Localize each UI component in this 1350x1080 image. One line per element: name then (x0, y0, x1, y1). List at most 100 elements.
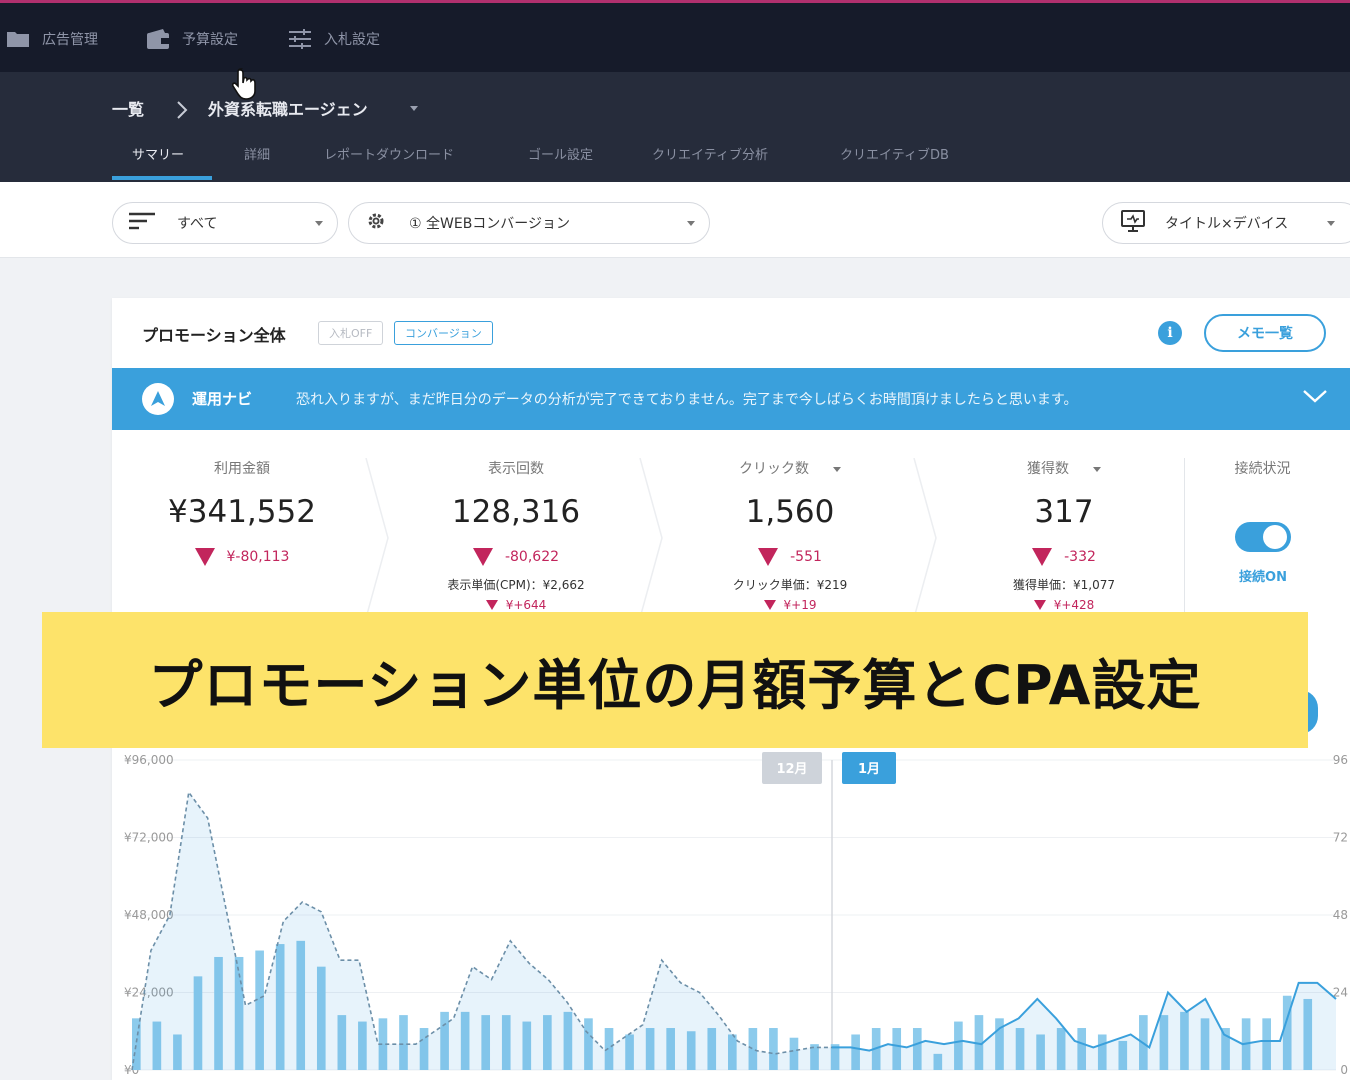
down-triangle-icon (194, 548, 215, 566)
kpi-sub-delta: ¥+428 (934, 598, 1194, 612)
view-select-value: タイトル×デバイス (1165, 216, 1289, 232)
kpi-impressions: 表示回数 128,316 -80,622 表示単価(CPM)：¥2,662 ¥+… (386, 458, 646, 612)
topnav-bid-settings[interactable]: 入札設定 (288, 25, 380, 53)
down-triangle-icon (472, 548, 493, 566)
kpi-value: 128,316 (451, 494, 581, 530)
kpi-delta: -332 (934, 546, 1194, 568)
tab-creative-db[interactable]: クリエイティブDB (840, 144, 949, 180)
down-triangle-icon (1033, 600, 1046, 610)
filter-lines-icon (129, 212, 155, 234)
tab-detail[interactable]: 詳細 (244, 144, 270, 180)
y-right-tick-label: 0 (1340, 1063, 1348, 1077)
kpi-label: 表示回数 (488, 461, 544, 477)
down-triangle-icon (1032, 548, 1053, 566)
chevron-down-icon (833, 466, 841, 472)
month-label-jan: 1月 (858, 762, 880, 777)
series-area-dashed (132, 792, 832, 1070)
kpi-delta-value: ¥-80,113 (226, 549, 290, 565)
month-label-dec: 12月 (776, 762, 807, 777)
bid-off-tag: 入札OFF (318, 321, 384, 345)
connection-status-text: 接続ON (1239, 570, 1287, 585)
hand-cursor-icon (231, 68, 260, 104)
chevron-down-icon[interactable] (1302, 388, 1328, 408)
tab-creative-analysis[interactable]: クリエイティブ分析 (652, 144, 768, 180)
chevron-down-icon (1093, 466, 1101, 472)
kpi-conversions: 獲得数 317 -332 獲得単価：¥1,077 ¥+428 (934, 458, 1194, 612)
spend-chart: ¥96,00096¥72,00072¥48,00048¥24,00024¥001… (124, 752, 1348, 1077)
gear-icon (367, 212, 385, 234)
card-title: プロモーション全体 (142, 326, 286, 345)
connection-status: 接続状況 接続ON (1184, 458, 1340, 618)
kpi-delta-value: -551 (790, 549, 822, 565)
breadcrumb-root[interactable]: 一覧 (112, 96, 144, 120)
caption-banner: プロモーション単位の月額予算とCPA設定 (42, 612, 1308, 748)
conversion-select-value: ① 全WEBコンバージョン (409, 216, 571, 232)
tab-report-download[interactable]: レポートダウンロード (324, 144, 454, 180)
operation-navi-bar: 運用ナビ 恐れ入りますが、まだ昨日分のデータの分析が完了できておりません。完了ま… (112, 368, 1350, 430)
topnav-label: 予算設定 (182, 32, 238, 48)
memo-list-button[interactable]: メモ一覧 (1204, 314, 1326, 352)
info-icon[interactable]: i (1158, 321, 1182, 345)
conversion-tag: コンバージョン (394, 321, 493, 345)
kpi-sub: クリック単価：¥219 (732, 578, 848, 592)
top-nav-bar: 広告管理 予算設定 入札設定 (0, 0, 1350, 72)
kpi-sub-delta: ¥+644 (386, 598, 646, 612)
y-left-tick-label: ¥48,000 (124, 908, 174, 922)
kpi-sub-delta-value: ¥+644 (505, 598, 547, 612)
active-tab-indicator (112, 176, 212, 180)
y-left-tick-label: ¥72,000 (124, 831, 174, 845)
kpi-delta: -80,622 (386, 546, 646, 568)
kpi-value: 317 (1034, 494, 1094, 530)
chevron-down-icon (315, 221, 323, 226)
topnav-budget-settings[interactable]: 予算設定 (146, 25, 238, 53)
down-triangle-icon (763, 600, 776, 610)
caption-text: プロモーション単位の月額予算とCPA設定 (148, 653, 1202, 717)
filter-bar: すべて ① 全WEBコンバージョン タイトル×デバイス (0, 182, 1350, 258)
kpi-clicks: クリック数 1,560 -551 クリック単価：¥219 ¥+19 (660, 458, 920, 612)
kpi-delta-value: -80,622 (504, 549, 560, 565)
kpi-spend: 利用金額 ¥341,552 ¥-80,113 (112, 458, 372, 568)
connection-label: 接続状況 (1234, 461, 1291, 477)
sub-header: 一覧 外資系転職エージェン サマリー 詳細 レポートダウンロード ゴール設定 ク… (0, 72, 1350, 182)
chevron-down-icon (1327, 221, 1335, 226)
kpi-label: 利用金額 (214, 461, 270, 477)
y-left-tick-label: ¥96,000 (124, 753, 174, 767)
y-right-tick-label: 48 (1333, 908, 1348, 922)
navi-label: 運用ナビ (192, 390, 253, 408)
kpi-sub-delta-value: ¥+428 (1053, 598, 1095, 612)
navi-message: 恐れ入りますが、まだ昨日分のデータの分析が完了できておりません。完了まで今しばら… (296, 392, 1078, 408)
chevron-down-icon[interactable] (410, 106, 418, 111)
topnav-ad-management[interactable]: 広告管理 (6, 25, 98, 53)
toggle-knob (1263, 525, 1287, 549)
monitor-icon (1121, 210, 1145, 236)
kpi-sub: 獲得単価：¥1,077 (1013, 578, 1115, 592)
chevron-down-icon (687, 221, 695, 226)
kpi-label[interactable]: 獲得数 (934, 458, 1194, 480)
sliders-icon (288, 28, 312, 50)
kpi-sub: 表示単価(CPM)：¥2,662 (447, 578, 585, 592)
kpi-label[interactable]: クリック数 (660, 458, 920, 480)
topnav-label: 広告管理 (42, 32, 98, 48)
topnav-label: 入札設定 (324, 32, 380, 48)
connection-toggle[interactable] (1235, 522, 1291, 552)
chevron-right-icon (176, 100, 188, 124)
wallet-icon (146, 28, 170, 50)
tab-summary[interactable]: サマリー (132, 144, 184, 180)
view-select[interactable]: タイトル×デバイス (1102, 202, 1350, 244)
kpi-sub-delta-value: ¥+19 (783, 598, 817, 612)
kpi-sub-delta: ¥+19 (660, 598, 920, 612)
scope-select[interactable]: すべて (112, 202, 338, 244)
down-triangle-icon (758, 548, 779, 566)
folder-icon (6, 29, 30, 49)
kpi-value: 1,560 (745, 494, 835, 530)
navi-arrow-icon (142, 383, 174, 415)
y-right-tick-label: 96 (1333, 753, 1348, 767)
down-triangle-icon (485, 600, 498, 610)
kpi-delta: -551 (660, 546, 920, 568)
series-area-solid (832, 982, 1336, 1070)
tab-goal-settings[interactable]: ゴール設定 (528, 144, 593, 180)
kpi-value: ¥341,552 (168, 494, 316, 530)
kpi-delta: ¥-80,113 (112, 546, 372, 568)
conversion-select[interactable]: ① 全WEBコンバージョン (348, 202, 710, 244)
scope-select-value: すべて (177, 216, 218, 232)
